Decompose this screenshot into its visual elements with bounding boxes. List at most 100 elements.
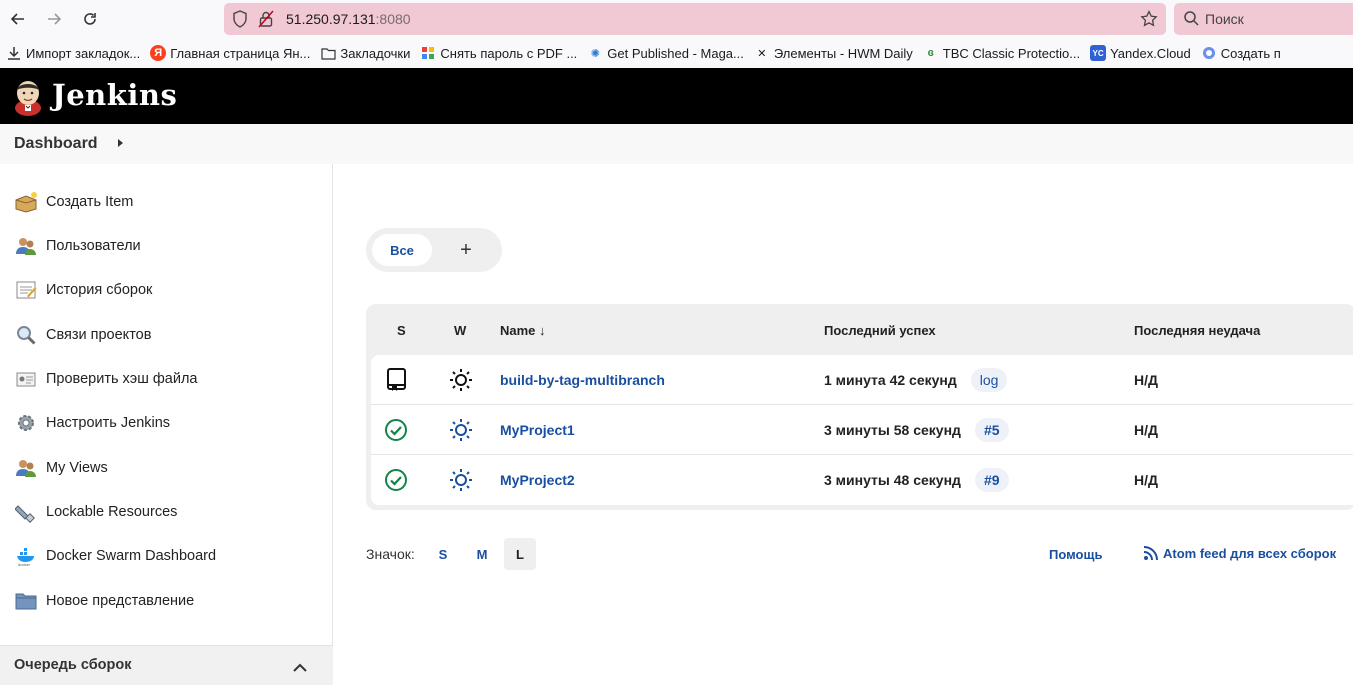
globe-icon: [1201, 45, 1217, 61]
users-icon: [14, 456, 38, 480]
folder-icon: [14, 589, 38, 613]
sidebar-item-users[interactable]: Пользователи: [14, 234, 141, 258]
breadcrumb: Dashboard: [0, 124, 1353, 164]
atom-feed-label: Atom feed для всех сборок: [1163, 545, 1337, 561]
url-port: :8080: [375, 11, 411, 27]
sidebar-item-label: Проверить хэш файла: [46, 371, 198, 387]
atom-feed-link[interactable]: Atom feed для всех сборок: [1143, 545, 1336, 561]
rss-icon: [1143, 546, 1158, 561]
icon-size-l-button[interactable]: L: [504, 538, 536, 570]
reload-icon[interactable]: [80, 9, 100, 29]
view-tabs: Все +: [366, 228, 502, 272]
sidebar-item-build-history[interactable]: История сборок: [14, 278, 152, 302]
import-icon: [6, 45, 22, 61]
sidebar-item-project-relations[interactable]: Связи проектов: [14, 323, 151, 347]
bookmark-hwm[interactable]: ✕ Элементы - HWM Daily: [754, 45, 913, 61]
breadcrumb-chevron-icon[interactable]: [118, 139, 123, 147]
bookmark-star-icon[interactable]: [1140, 9, 1158, 31]
bookmark-label: Элементы - HWM Daily: [773, 45, 913, 61]
weather-sunny-icon: [449, 355, 473, 405]
bookmark-tbc[interactable]: ɞ TBC Classic Protectio...: [923, 45, 1080, 61]
bookmark-label: Закладочки: [340, 45, 411, 61]
tbc-icon: ɞ: [927, 47, 934, 59]
sidebar-item-docker-swarm[interactable]: docker Docker Swarm Dashboard: [14, 544, 216, 568]
bookmark-label: Снять пароль с PDF ...: [440, 45, 578, 61]
table-row: build-by-tag-multibranch 1 минута 42 сек…: [371, 355, 1353, 405]
job-link[interactable]: MyProject1: [500, 405, 575, 455]
table-row: MyProject2 3 минуты 48 секунд #9 Н/Д: [371, 455, 1353, 505]
fingerprint-icon: [14, 367, 38, 391]
sidebar-item-label: Настроить Jenkins: [46, 415, 171, 431]
build-number-link[interactable]: #5: [974, 418, 1009, 442]
success-status-icon: [384, 405, 408, 455]
folder-icon: [320, 45, 336, 61]
docker-icon: docker: [14, 544, 38, 568]
sidebar-item-label: Пользователи: [46, 238, 141, 254]
job-link[interactable]: MyProject2: [500, 455, 575, 505]
main-panel: Все + S W Name ↓ Последний успех Последн…: [334, 164, 1353, 676]
breadcrumb-dashboard[interactable]: Dashboard: [14, 135, 98, 153]
column-header-status[interactable]: S: [397, 323, 406, 338]
build-queue-header[interactable]: Очередь сборок: [0, 645, 333, 685]
forward-icon[interactable]: [44, 9, 64, 29]
chevron-up-icon[interactable]: [293, 660, 307, 676]
yandex-cloud-icon: YC: [1090, 45, 1107, 61]
icon-size-label: Значок:: [366, 546, 415, 562]
bookmark-import[interactable]: Импорт закладок...: [6, 45, 140, 61]
bookmark-create[interactable]: Создать п: [1201, 45, 1281, 61]
column-header-weather[interactable]: W: [454, 323, 466, 338]
back-icon[interactable]: [8, 9, 28, 29]
starburst-icon: ✺: [590, 47, 600, 60]
browser-chrome: 51.250.97.131:8080 Поиск Импорт закладок…: [0, 0, 1353, 68]
last-failure-cell: Н/Д: [1134, 372, 1158, 388]
column-header-name[interactable]: Name ↓: [500, 323, 546, 338]
bookmark-get-published[interactable]: ✺ Get Published - Maga...: [587, 45, 744, 61]
help-link[interactable]: Помощь: [1049, 547, 1102, 562]
weather-sunny-icon: [449, 405, 473, 455]
url-bar[interactable]: 51.250.97.131:8080: [224, 3, 1166, 35]
job-link[interactable]: build-by-tag-multibranch: [500, 355, 665, 405]
build-number-link[interactable]: #9: [974, 468, 1009, 492]
users-icon: [14, 234, 38, 258]
usb-icon: [14, 500, 38, 524]
sidebar-item-new-item[interactable]: Создать Item: [14, 190, 133, 214]
bookmark-yandex[interactable]: Я Главная страница Ян...: [150, 45, 310, 61]
sidebar-item-my-views[interactable]: My Views: [14, 456, 108, 480]
sidebar-item-fingerprint[interactable]: Проверить хэш файла: [14, 367, 197, 391]
bookmark-pdf[interactable]: Снять пароль с PDF ...: [420, 45, 577, 61]
build-history-icon: [14, 278, 38, 302]
search-engine-icon: [1183, 10, 1199, 29]
jobs-table: S W Name ↓ Последний успех Последняя неу…: [366, 304, 1353, 510]
column-header-last-failure[interactable]: Последняя неудача: [1134, 323, 1260, 338]
jenkins-title[interactable]: Jenkins: [52, 78, 177, 112]
shield-icon[interactable]: [232, 10, 248, 31]
add-view-button[interactable]: +: [452, 236, 480, 264]
bookmark-label: Импорт закладок...: [26, 45, 141, 61]
insecure-lock-icon[interactable]: [258, 10, 274, 31]
sidebar-item-label: Связи проектов: [46, 327, 152, 343]
bookmark-label: TBC Classic Protectio...: [942, 45, 1081, 61]
icon-size-m-button[interactable]: M: [466, 538, 498, 570]
gear-icon: [14, 411, 38, 435]
success-status-icon: [384, 455, 408, 505]
last-success-cell: 1 минута 42 секунд log: [824, 355, 1008, 405]
table-footer: Значок: S M L Помощь Atom feed для всех …: [366, 538, 1353, 572]
sidebar: Создать Item Пользователи История сборок…: [0, 164, 333, 685]
sidebar-item-new-view[interactable]: Новое представление: [14, 589, 194, 613]
bookmark-yandex-cloud[interactable]: YC Yandex.Cloud: [1090, 45, 1191, 61]
sidebar-item-label: История сборок: [46, 282, 153, 298]
bookmarks-bar: Импорт закладок... Я Главная страница Ян.…: [0, 38, 1353, 68]
new-item-icon: [14, 190, 38, 214]
url-text[interactable]: 51.250.97.131:8080: [286, 11, 411, 27]
icon-size-s-button[interactable]: S: [427, 538, 459, 570]
tab-all[interactable]: Все: [372, 234, 432, 266]
column-header-name-label: Name: [500, 323, 536, 338]
browser-nav-row: 51.250.97.131:8080 Поиск: [0, 0, 1353, 38]
jenkins-logo[interactable]: [12, 78, 44, 116]
build-log-link[interactable]: log: [970, 368, 1008, 392]
search-bar[interactable]: Поиск: [1174, 3, 1353, 35]
sidebar-item-lockable-resources[interactable]: Lockable Resources: [14, 500, 177, 524]
bookmark-folder[interactable]: Закладочки: [320, 45, 410, 61]
column-header-last-success[interactable]: Последний успех: [824, 323, 936, 338]
sidebar-item-manage-jenkins[interactable]: Настроить Jenkins: [14, 411, 170, 435]
